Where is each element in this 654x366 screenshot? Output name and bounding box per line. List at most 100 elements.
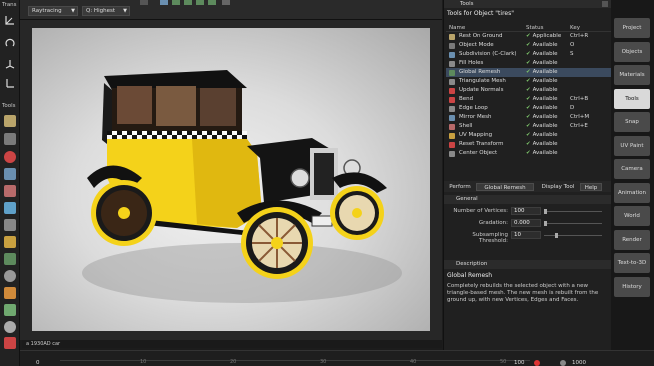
tool-name-cell: Fill Holes bbox=[446, 59, 526, 68]
tool-row[interactable]: Edge Loop ✔ Available D bbox=[446, 104, 611, 113]
param-value-field[interactable]: 0.000 bbox=[511, 219, 541, 227]
quality-dropdown[interactable]: Q: Highest ▼ bbox=[82, 6, 130, 16]
tool-shortcut bbox=[568, 149, 608, 158]
end-frame[interactable]: 100 bbox=[514, 360, 525, 366]
tool-row[interactable]: Global Remesh ✔ Available bbox=[446, 68, 611, 77]
tab-tools[interactable]: Tools bbox=[614, 88, 650, 109]
tool-name: UV Mapping bbox=[459, 132, 493, 138]
tool-name: Triangulate Mesh bbox=[459, 78, 506, 84]
fps-value[interactable]: 1000 bbox=[572, 360, 586, 366]
description-text: Completely rebuilds the selected object … bbox=[447, 283, 599, 303]
tool-row[interactable]: Fill Holes ✔ Available bbox=[446, 59, 611, 68]
param-slider[interactable] bbox=[544, 209, 602, 214]
tool-status: Available bbox=[532, 42, 558, 48]
tool-row[interactable]: Reset Transform ✔ Available bbox=[446, 140, 611, 149]
sphere-icon[interactable] bbox=[4, 270, 16, 282]
column-key[interactable]: Key bbox=[568, 24, 608, 31]
tab-snap[interactable]: Snap bbox=[614, 112, 650, 132]
move-tool-icon[interactable] bbox=[4, 14, 16, 26]
tab-world[interactable]: World bbox=[614, 206, 650, 226]
tool-row[interactable]: UV Mapping ✔ Available bbox=[446, 131, 611, 140]
check-icon: ✔ bbox=[526, 123, 531, 129]
object-mode-icon[interactable] bbox=[4, 133, 16, 145]
slider-knob[interactable] bbox=[544, 209, 547, 214]
tool-row[interactable]: Shell ✔ Available Ctrl+E bbox=[446, 122, 611, 131]
display-tool-toggle[interactable]: Display Tool bbox=[540, 183, 576, 191]
rear-left-wheel bbox=[91, 180, 157, 246]
settings-icon[interactable] bbox=[222, 0, 230, 5]
tool-row[interactable]: Update Normals ✔ Available bbox=[446, 86, 611, 95]
subdivide-icon[interactable] bbox=[4, 168, 16, 180]
param-slider[interactable] bbox=[544, 221, 602, 226]
tool-name: Global Remesh bbox=[459, 69, 501, 75]
light-toggle-icon[interactable] bbox=[184, 0, 192, 5]
uv-icon[interactable] bbox=[4, 202, 16, 214]
front-left-wheel bbox=[241, 207, 313, 279]
general-section-header[interactable]: General bbox=[444, 195, 612, 204]
check-icon: ✔ bbox=[526, 141, 531, 147]
house-icon[interactable] bbox=[4, 287, 16, 299]
box-icon[interactable] bbox=[4, 236, 16, 248]
tool-row[interactable]: Bend ✔ Available Ctrl+B bbox=[446, 95, 611, 104]
param-value-field[interactable]: 10 bbox=[511, 231, 541, 239]
tab-render[interactable]: Render bbox=[614, 229, 650, 250]
light-icon[interactable] bbox=[4, 337, 16, 349]
tool-status-cell: ✔ Available bbox=[526, 68, 568, 77]
tab-animation[interactable]: Animation bbox=[614, 182, 650, 203]
tab-project[interactable]: Project bbox=[614, 18, 650, 38]
shadow-icon[interactable] bbox=[208, 0, 216, 5]
transform-section-label: Trans bbox=[2, 2, 17, 8]
current-frame[interactable]: 0 bbox=[36, 360, 40, 366]
tool-icon bbox=[449, 105, 455, 112]
camera-icon[interactable] bbox=[196, 0, 204, 5]
column-status[interactable]: Status bbox=[526, 24, 568, 31]
slider-knob[interactable] bbox=[555, 233, 558, 238]
timeline-ruler[interactable] bbox=[60, 360, 530, 361]
perform-button[interactable]: Global Remesh bbox=[476, 183, 534, 191]
plant-icon[interactable] bbox=[4, 304, 16, 316]
close-icon[interactable] bbox=[602, 1, 608, 7]
tab-text-to-3d[interactable]: Text-to-3D bbox=[614, 253, 650, 273]
tool-name: Update Normals bbox=[459, 87, 504, 93]
refresh-icon[interactable] bbox=[4, 321, 16, 333]
tool-name: Shell bbox=[459, 123, 473, 129]
3d-viewport[interactable] bbox=[32, 28, 430, 331]
tool-row[interactable]: Triangulate Mesh ✔ Available bbox=[446, 77, 611, 86]
grid-icon[interactable] bbox=[160, 0, 168, 5]
shell-icon[interactable] bbox=[4, 185, 16, 197]
mesh-icon[interactable] bbox=[4, 219, 16, 231]
paint-icon[interactable] bbox=[4, 151, 16, 163]
render-mode-dropdown[interactable]: Raytracing ▼ bbox=[28, 6, 78, 16]
tool-name-cell: Subdivision (C-Clark) bbox=[446, 50, 526, 59]
scale-tool-icon[interactable] bbox=[4, 58, 16, 70]
tool-row[interactable]: Subdivision (C-Clark) ✔ Available S bbox=[446, 50, 611, 59]
view-icon[interactable] bbox=[140, 0, 148, 5]
tool-row[interactable]: Rest On Ground ✔ Applicable Ctrl+R bbox=[446, 32, 611, 41]
check-icon: ✔ bbox=[526, 87, 531, 93]
cube-icon[interactable] bbox=[4, 253, 16, 265]
timeline[interactable]: 0 10 20 30 40 50 100 1000 bbox=[20, 350, 654, 366]
snap-icon[interactable] bbox=[172, 0, 180, 5]
rotate-tool-icon[interactable] bbox=[4, 37, 16, 49]
tool-row[interactable]: Center Object ✔ Available bbox=[446, 149, 611, 158]
tool-status-cell: ✔ Available bbox=[526, 140, 568, 149]
tool-row[interactable]: Object Mode ✔ Available O bbox=[446, 41, 611, 50]
tool-row[interactable]: Mirror Mesh ✔ Available Ctrl+M bbox=[446, 113, 611, 122]
pivot-tool-icon[interactable] bbox=[4, 77, 16, 89]
column-name[interactable]: Name bbox=[446, 24, 526, 31]
rest-on-ground-icon[interactable] bbox=[4, 115, 16, 127]
check-icon: ✔ bbox=[526, 42, 531, 48]
viewport-toolbar: Raytracing ▼ Q: Highest ▼ bbox=[20, 0, 442, 20]
param-value-field[interactable]: 100 bbox=[511, 207, 541, 215]
tab-history[interactable]: History bbox=[614, 276, 650, 297]
tool-name: Reset Transform bbox=[459, 141, 504, 147]
tab-camera[interactable]: Camera bbox=[614, 159, 650, 179]
tool-shortcut bbox=[568, 86, 608, 95]
tab-uv-paint[interactable]: UV Paint bbox=[614, 135, 650, 156]
tab-materials[interactable]: Materials bbox=[614, 65, 650, 85]
param-slider[interactable] bbox=[544, 233, 602, 238]
slider-knob[interactable] bbox=[544, 221, 547, 226]
record-icon[interactable] bbox=[534, 360, 540, 366]
tab-objects[interactable]: Objects bbox=[614, 41, 650, 62]
help-button[interactable]: Help bbox=[580, 183, 602, 191]
